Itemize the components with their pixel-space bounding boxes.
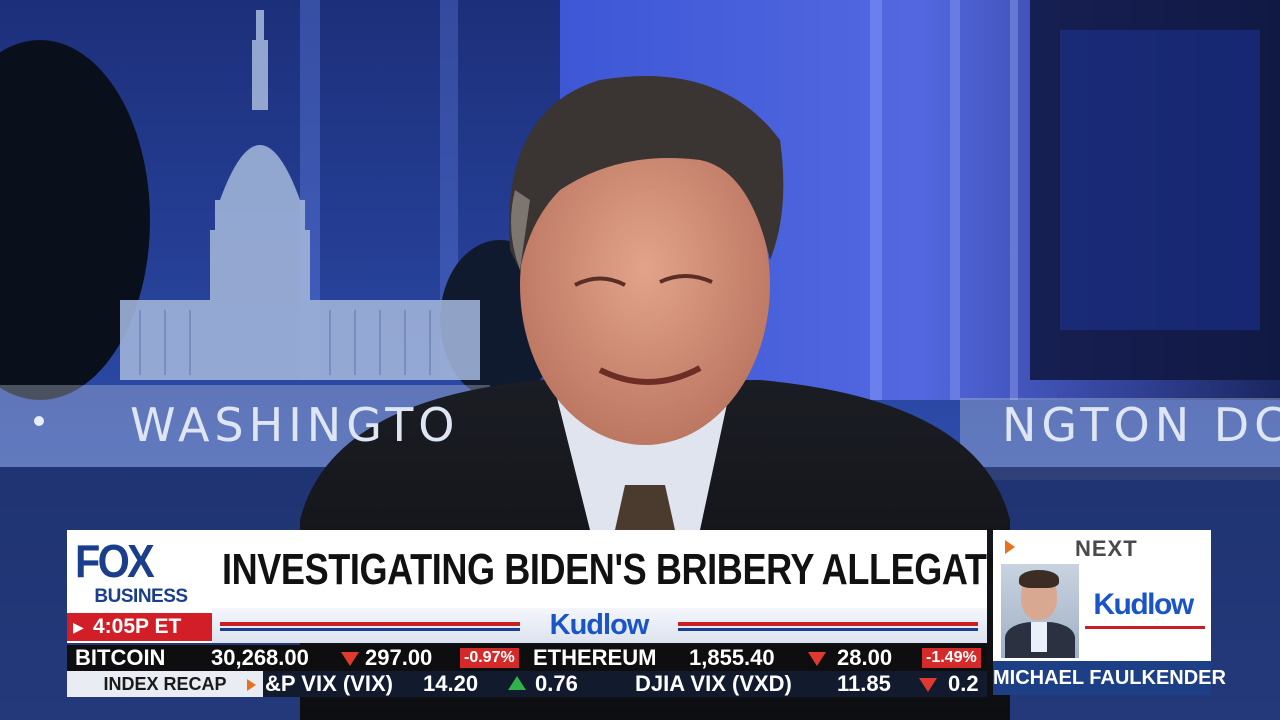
- business-logo-text: BUSINESS: [94, 586, 188, 607]
- ticker-pct-badge: -0.97%: [460, 648, 519, 668]
- crypto-ticker: BITCOIN 30,268.00 297.00 -0.97% ETHEREUM…: [67, 645, 987, 671]
- index-recap-text: INDEX RECAP: [103, 674, 227, 694]
- play-icon: ▶: [73, 619, 84, 635]
- recap-arrow-icon: [247, 679, 256, 691]
- ticker-change: 0.76: [535, 671, 578, 696]
- index-recap-label: INDEX RECAP: [67, 671, 263, 697]
- ticker-change: 28.00: [837, 645, 893, 670]
- headline: INVESTIGATING BIDEN'S BRIBERY ALLEGATION…: [222, 545, 1074, 594]
- network-logo-block: FOX BUSINESS ▶ 4:05P ET: [67, 530, 212, 643]
- show-bar: Kudlow: [212, 608, 987, 643]
- ticker-price: 1,855.40: [689, 645, 775, 670]
- next-show-underline: [1085, 626, 1205, 629]
- fox-logo: FOX: [75, 535, 155, 587]
- broadcast-time: 4:05P ET: [93, 615, 182, 638]
- up-arrow-icon: [508, 676, 526, 690]
- ticker-symbol: ETHEREUM: [533, 645, 657, 670]
- down-arrow-icon: [341, 652, 359, 666]
- show-stripe-left-blue: [220, 628, 520, 631]
- guest-photo-hair: [1019, 570, 1059, 588]
- show-stripe-right: [678, 622, 978, 626]
- ticker-symbol: DJIA VIX (VXD): [635, 671, 792, 696]
- ticker-price: 11.85: [837, 671, 891, 696]
- next-label: NEXT: [1075, 536, 1138, 561]
- ticker-symbol: &P VIX (VIX): [265, 671, 393, 696]
- wall-text-right: NGTON DC: [1002, 398, 1280, 452]
- down-arrow-icon: [919, 678, 937, 692]
- next-arrow-icon: [1005, 540, 1015, 554]
- show-stripe-left: [220, 622, 520, 626]
- down-arrow-icon: [808, 652, 826, 666]
- headline-bar: INVESTIGATING BIDEN'S BRIBERY ALLEGATION…: [212, 530, 1074, 608]
- wall-dot: [34, 416, 44, 426]
- guest-photo-shirt: [1031, 622, 1047, 652]
- next-guest-name: MICHAEL FAULKENDER: [993, 661, 1226, 695]
- ticker-pct-badge: -1.49%: [922, 648, 981, 668]
- show-logo: Kudlow: [549, 609, 650, 641]
- ticker-price: 14.20: [423, 671, 479, 696]
- next-up-panel: NEXT Kudlow MICHAEL FAULKENDER: [993, 530, 1226, 695]
- guest-photo: [1001, 564, 1079, 658]
- show-stripe-right-blue: [678, 628, 978, 631]
- wall-text-left: WASHINGTO: [130, 398, 460, 452]
- ticker-change: 0.2: [948, 671, 979, 696]
- index-ticker: INDEX RECAP &P VIX (VIX) 14.20 0.76 DJIA…: [67, 671, 987, 697]
- ticker-change: 297.00: [365, 645, 433, 670]
- next-show-logo: Kudlow: [1093, 588, 1194, 621]
- ticker-price: 30,268.00: [211, 645, 309, 670]
- time-bar: ▶ 4:05P ET: [67, 613, 212, 641]
- ticker-symbol: BITCOIN: [75, 645, 166, 670]
